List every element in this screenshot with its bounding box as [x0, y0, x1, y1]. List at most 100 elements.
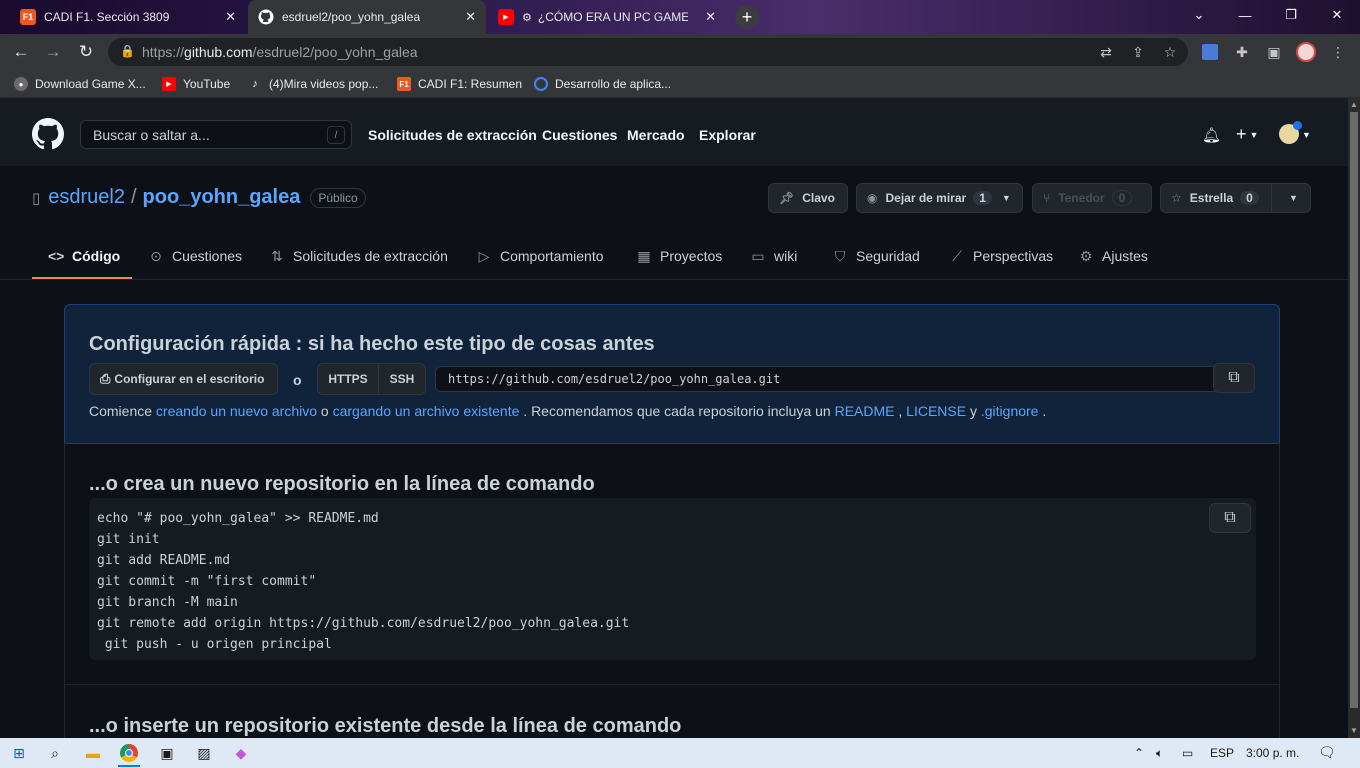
fork-count: 0 [1111, 190, 1133, 206]
extension-translate-icon[interactable] [1200, 42, 1220, 62]
bookmark-item[interactable]: ▶ YouTube [162, 75, 230, 93]
tab-settings[interactable]: ⚙ Ajustes [1078, 246, 1148, 266]
create-new-file-link[interactable]: creando un nuevo archivo [156, 403, 317, 419]
repo-owner-link[interactable]: esdruel2 [48, 186, 125, 209]
watch-count: 1 [973, 191, 992, 205]
copy-url-button[interactable]: ⧉ [1213, 363, 1255, 393]
bookmark-item[interactable]: ● Download Game X... [14, 75, 146, 93]
notifications-bell-icon[interactable]: 🔔︎ [1202, 126, 1221, 144]
close-window-button[interactable]: ✕ [1314, 0, 1360, 30]
profile-avatar[interactable] [1296, 42, 1316, 62]
bookmark-star-icon[interactable]: ☆ [1160, 42, 1180, 62]
bookmark-item[interactable]: Desarrollo de aplica... [534, 75, 671, 93]
nav-marketplace[interactable]: Mercado [627, 127, 685, 143]
browser-tab-github[interactable]: esdruel2/poo_yohn_galea ✕ [248, 0, 486, 34]
license-link[interactable]: LICENSE [906, 403, 966, 419]
hint-text: . Recomendamos que cada repositorio incl… [519, 403, 835, 419]
network-icon[interactable]: ▭ [1182, 746, 1193, 760]
caret-down-icon[interactable]: ▼ [1289, 193, 1298, 203]
nav-explore[interactable]: Explorar [699, 127, 756, 143]
kebab-menu-icon[interactable]: ⋮ [1328, 42, 1348, 62]
maximize-button[interactable]: ❐ [1268, 0, 1314, 30]
scrollbar-thumb[interactable] [1350, 112, 1358, 708]
ssh-toggle[interactable]: SSH [378, 363, 426, 395]
repo-title: ▯ esdruel2 / poo_yohn_galea Público [32, 186, 366, 209]
search-input[interactable]: Buscar o saltar a... / [80, 120, 352, 149]
notifications-icon[interactable]: 🗨︎ [1318, 744, 1336, 761]
tab-projects[interactable]: ▦ Proyectos [636, 246, 722, 266]
clock[interactable]: 3:00 p. m. [1246, 746, 1299, 760]
fork-icon: ⑂ [1043, 191, 1051, 205]
copy-commands-button[interactable]: ⧉ [1209, 503, 1251, 533]
address-bar[interactable]: 🔒 https://github.com/esdruel2/poo_yohn_g… [108, 38, 1188, 66]
tab-search-chevron-icon[interactable]: ⌄ [1176, 0, 1222, 30]
caret-down-icon: ▼ [1001, 193, 1011, 203]
caret-down-icon[interactable]: ▼ [1302, 130, 1311, 140]
upload-file-link[interactable]: cargando un archivo existente [333, 403, 520, 419]
minimize-button[interactable]: — [1222, 0, 1268, 30]
translate-icon[interactable]: ⇄ [1096, 42, 1116, 62]
existing-repo-section: ...o inserte un repositorio existente de… [64, 685, 1280, 738]
bookmark-item[interactable]: ♪ (4)Mira videos pop... [248, 75, 378, 93]
tab-security[interactable]: ⛉ Seguridad [832, 246, 920, 266]
reload-button[interactable]: ↻ [73, 40, 99, 64]
fork-button[interactable]: ⑂ Tenedor 0 [1032, 183, 1152, 213]
repo-name-link[interactable]: poo_yohn_galea [143, 186, 301, 209]
forward-button[interactable]: → [40, 40, 66, 64]
browser-tab-cadi[interactable]: F1 CADI F1. Sección 3809 ✕ [10, 0, 246, 34]
readme-link[interactable]: README [835, 403, 895, 419]
photos-icon[interactable]: ▨ [193, 742, 215, 764]
repo-icon: ▯ [32, 189, 41, 207]
scroll-down-arrow-icon[interactable]: ▼ [1348, 724, 1360, 736]
tab-insights[interactable]: ⟋ Perspectivas [949, 246, 1053, 266]
search-icon[interactable]: ⌕ [44, 742, 66, 764]
pin-button[interactable]: 📌︎ Clavo [768, 183, 848, 213]
tab-issues[interactable]: ⊙ Cuestiones [148, 246, 242, 266]
new-tab-button[interactable]: + [735, 5, 759, 29]
github-logo-icon[interactable] [32, 118, 64, 155]
tiktok-icon: ♪ [252, 78, 258, 90]
chrome-icon[interactable] [118, 742, 140, 767]
tray-chevron-icon[interactable]: ⌃ [1134, 746, 1144, 760]
section-title: ...o inserte un repositorio existente de… [89, 715, 682, 737]
caret-down-icon: ▼ [1249, 130, 1259, 141]
tab-wiki[interactable]: ▭ wiki [750, 246, 797, 266]
tab-label: Comportamiento [500, 248, 604, 264]
extensions-puzzle-icon[interactable]: ✚ [1232, 42, 1252, 62]
language-indicator[interactable]: ESP [1210, 746, 1234, 760]
button-label: HTTPS [328, 372, 368, 386]
clone-url-input[interactable]: https://github.com/esdruel2/poo_yohn_gal… [435, 366, 1215, 392]
share-icon[interactable]: ⇪ [1128, 42, 1148, 62]
nav-issues[interactable]: Cuestiones [542, 127, 617, 143]
create-new-button[interactable]: + ▼ [1236, 124, 1258, 145]
windows-start-icon[interactable]: ⊞ [8, 742, 30, 764]
store-icon[interactable]: ▣ [156, 742, 178, 764]
volume-icon[interactable]: 🔈︎ [1156, 746, 1163, 761]
close-icon[interactable]: ✕ [465, 9, 476, 25]
setup-in-desktop-button[interactable]: ⎙ Configurar en el escritorio [89, 363, 278, 395]
github-header: Buscar o saltar a... / Solicitudes de ex… [0, 98, 1348, 166]
side-panel-icon[interactable]: ▣ [1264, 42, 1284, 62]
watch-button[interactable]: ◉ Dejar de mirar 1 ▼ [856, 183, 1023, 213]
star-button[interactable]: ☆ Estrella 0 ▼ [1160, 183, 1311, 213]
https-toggle[interactable]: HTTPS [317, 363, 379, 395]
bookmark-item[interactable]: F1 CADI F1: Resumen [397, 75, 522, 93]
back-button[interactable]: ← [8, 40, 34, 64]
tab-code[interactable]: <> Código [48, 246, 120, 266]
file-explorer-icon[interactable]: ▬ [82, 742, 104, 764]
nav-pull-requests[interactable]: Solicitudes de extracción [368, 127, 537, 143]
tab-actions[interactable]: ▷ Comportamiento [476, 246, 604, 266]
tab-pull-requests[interactable]: ⇅ Solicitudes de extracción [269, 246, 448, 266]
github-icon [258, 9, 274, 25]
app-icon[interactable]: ◆ [230, 742, 252, 764]
gitignore-link[interactable]: .gitignore [981, 403, 1039, 419]
scroll-up-arrow-icon[interactable]: ▲ [1348, 98, 1360, 110]
close-icon[interactable]: ✕ [225, 9, 236, 25]
plus-icon: + [1236, 124, 1247, 144]
page-scrollbar[interactable]: ▲ ▼ [1348, 98, 1360, 738]
bookmarks-bar: ● Download Game X... ▶ YouTube ♪ (4)Mira… [0, 70, 1360, 98]
close-icon[interactable]: ✕ [705, 9, 716, 25]
command-code-block[interactable]: echo "# poo_yohn_galea" >> README.md git… [89, 498, 1256, 660]
browser-tab-youtube[interactable]: ▶ ⚙ ¿CÓMO ERA UN PC GAMER ✕ [488, 0, 726, 34]
bookmark-label: Download Game X... [35, 77, 146, 91]
